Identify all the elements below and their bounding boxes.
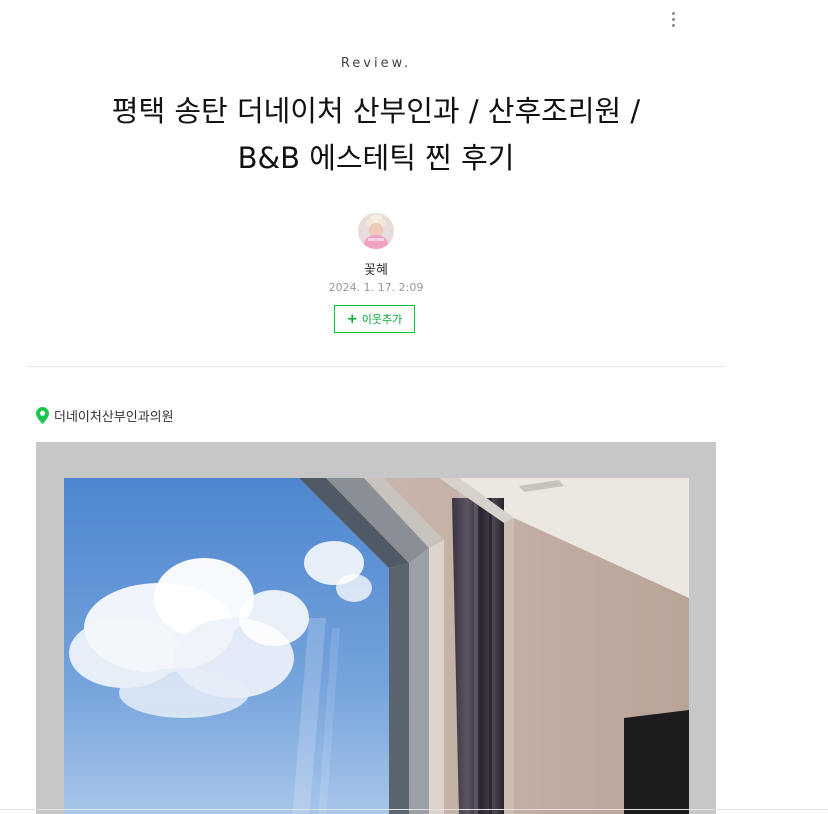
blog-post-page: Review. 평택 송탄 더네이처 산부인과 / 산후조리원 / B&B 에스… <box>0 0 828 814</box>
more-vertical-icon-dot <box>672 18 675 21</box>
avatar-image <box>358 213 394 249</box>
post-title-line2: B&B 에스테틱 찐 후기 <box>237 141 515 175</box>
post-category[interactable]: Review. <box>0 56 752 71</box>
place-link[interactable]: 더네이처산부인과의원 <box>36 405 174 425</box>
post-date: 2024. 1. 17. 2:09 <box>328 281 424 294</box>
place-name: 더네이처산부인과의원 <box>54 409 174 425</box>
plus-icon: + <box>346 311 358 327</box>
author-avatar[interactable] <box>358 213 394 249</box>
add-neighbor-button[interactable]: + 이웃추가 <box>334 305 415 333</box>
more-vertical-icon-dot <box>672 24 675 27</box>
header-divider <box>26 366 726 367</box>
page-bottom-border <box>0 809 828 810</box>
map-pin-icon <box>36 406 49 424</box>
post-title: 평택 송탄 더네이처 산부인과 / 산후조리원 / B&B 에스테틱 찐 후기 <box>40 88 712 182</box>
add-neighbor-label: 이웃추가 <box>361 313 403 326</box>
post-title-line1: 평택 송탄 더네이처 산부인과 / 산후조리원 / <box>111 94 641 128</box>
author-name[interactable]: 꽃혜 <box>0 259 752 278</box>
more-options-button[interactable] <box>662 6 686 32</box>
more-vertical-icon <box>672 12 675 15</box>
window-sky-photo <box>64 478 689 814</box>
post-photo[interactable] <box>64 478 689 814</box>
